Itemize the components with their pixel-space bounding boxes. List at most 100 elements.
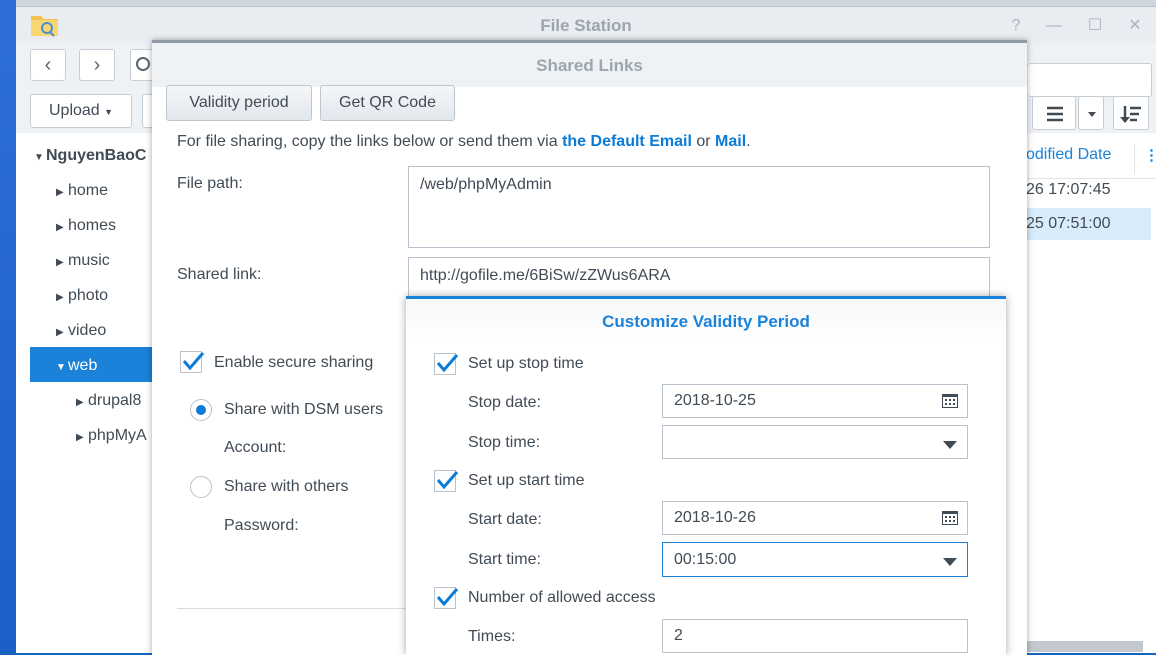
tree-item-label: video — [68, 322, 107, 339]
share-others-label: Share with others — [224, 478, 349, 495]
table-row[interactable]: 25 07:51:00 — [1024, 208, 1151, 240]
start-date-label: Start date: — [468, 511, 542, 528]
tree-item-drupal8[interactable]: ▶ drupal8 — [76, 392, 141, 410]
dropdown-caret-icon — [943, 441, 957, 449]
stop-date-label: Stop date: — [468, 394, 541, 411]
tree-item-web[interactable]: ▼ web — [30, 347, 152, 382]
help-icon[interactable]: ? — [1005, 15, 1027, 37]
tree-item-label: home — [68, 182, 109, 199]
stop-date-value: 2018-10-25 — [674, 392, 756, 409]
stop-time-field-label: Stop time: — [468, 434, 541, 451]
window-title: File Station — [540, 16, 632, 35]
start-time-checkbox[interactable] — [434, 470, 459, 492]
tree-item-photo[interactable]: ▶ photo — [56, 287, 108, 305]
allowed-access-checkbox[interactable] — [434, 587, 459, 609]
tree-item-homes[interactable]: ▶ homes — [56, 217, 116, 235]
popup-header: Customize Validity Period — [406, 299, 1006, 339]
upload-label: Upload — [49, 102, 100, 119]
dropdown-caret-icon — [943, 558, 957, 566]
popup-title: Customize Validity Period — [602, 312, 810, 331]
minimize-icon[interactable]: — — [1043, 15, 1065, 37]
desktop-background — [0, 0, 16, 652]
get-qr-code-button[interactable]: Get QR Code — [320, 85, 455, 121]
dialog-titlebar[interactable]: Shared Links — [152, 43, 1027, 87]
share-dsm-users-label: Share with DSM users — [224, 401, 384, 418]
caret-right-icon: ▶ — [76, 432, 84, 443]
horizontal-scrollbar[interactable] — [1024, 641, 1143, 652]
password-label: Password: — [224, 517, 299, 534]
shared-link-label: Shared link: — [177, 266, 262, 283]
close-icon[interactable]: ✕ — [1124, 15, 1146, 37]
sort-icon[interactable] — [1113, 96, 1149, 130]
checkmark-icon — [436, 354, 459, 373]
start-time-select[interactable]: 00:15:00 — [662, 542, 968, 577]
tree-item-label: photo — [68, 287, 109, 304]
column-menu-icon[interactable]: ⋮ — [1144, 146, 1156, 164]
upload-button[interactable]: Upload ▼ — [30, 94, 132, 128]
calendar-icon[interactable] — [942, 394, 958, 408]
column-header[interactable]: odified Date ⋮ — [1024, 144, 1156, 179]
stop-date-field[interactable]: 2018-10-25 — [662, 384, 968, 418]
tree-item-video[interactable]: ▶ video — [56, 322, 106, 340]
radio-selected-dot — [196, 405, 206, 415]
start-time-label: Set up start time — [468, 472, 585, 489]
tree-item-home[interactable]: ▶ home — [56, 182, 108, 200]
start-time-field-label: Start time: — [468, 551, 541, 568]
caret-down-icon: ▼ — [56, 362, 66, 373]
description-text: . — [746, 133, 751, 150]
account-label: Account: — [224, 439, 287, 456]
divider — [177, 608, 417, 609]
tree-item-label: homes — [68, 217, 117, 234]
caret-down-icon: ▼ — [34, 152, 44, 163]
caret-right-icon: ▶ — [56, 187, 64, 198]
stop-time-checkbox[interactable] — [434, 353, 459, 375]
file-path-field[interactable]: /web/phpMyAdmin — [408, 166, 990, 248]
forward-button[interactable]: › — [79, 49, 115, 81]
list-view-icon[interactable] — [1032, 96, 1076, 130]
customize-validity-popup: Customize Validity Period Set up stop ti… — [406, 296, 1006, 655]
tree-item-label: drupal8 — [88, 392, 142, 409]
checkmark-icon — [436, 588, 459, 607]
start-date-field[interactable]: 2018-10-26 — [662, 501, 968, 535]
stop-time-select[interactable] — [662, 425, 968, 459]
validity-period-button[interactable]: Validity period — [166, 85, 312, 121]
times-field[interactable]: 2 — [662, 619, 968, 653]
start-time-value: 00:15:00 — [674, 551, 737, 568]
tree-item-label: phpMyA — [88, 427, 147, 444]
times-label: Times: — [468, 628, 516, 645]
search-input[interactable] — [1028, 63, 1152, 97]
tree-root[interactable]: ▼ NguyenBaoC — [34, 147, 146, 165]
start-date-value: 2018-10-26 — [674, 509, 756, 526]
back-button[interactable]: ‹ — [30, 49, 66, 81]
share-others-radio[interactable] — [190, 476, 212, 498]
sharing-description: For file sharing, copy the links below o… — [177, 133, 751, 151]
stop-time-label: Set up stop time — [468, 355, 584, 372]
tree-item-phpmyadmin[interactable]: ▶ phpMyA — [76, 427, 147, 445]
caret-right-icon: ▶ — [56, 327, 64, 338]
tree-item-label: web — [68, 357, 98, 374]
checkmark-icon — [182, 352, 205, 371]
view-dropdown-icon[interactable] — [1078, 96, 1104, 130]
table-cell: 26 17:07:45 — [1026, 181, 1111, 198]
maximize-icon[interactable]: ☐ — [1084, 15, 1106, 37]
caret-right-icon: ▶ — [56, 292, 64, 303]
calendar-icon[interactable] — [942, 511, 958, 525]
table-cell: 25 07:51:00 — [1026, 215, 1111, 232]
allowed-access-label: Number of allowed access — [468, 589, 656, 606]
tree-item-label: music — [68, 252, 110, 269]
window-titlebar[interactable]: File Station ? — ☐ ✕ — [16, 7, 1156, 43]
mail-link[interactable]: Mail — [715, 133, 746, 150]
caret-down-icon: ▼ — [104, 107, 114, 117]
column-header-label: odified Date — [1026, 146, 1112, 163]
caret-right-icon: ▶ — [56, 257, 64, 268]
checkmark-icon — [436, 471, 459, 490]
enable-secure-sharing-checkbox[interactable] — [180, 351, 205, 373]
column-divider — [1134, 144, 1135, 174]
tree-item-music[interactable]: ▶ music — [56, 252, 110, 270]
caret-right-icon: ▶ — [56, 222, 64, 233]
share-dsm-users-radio[interactable] — [190, 399, 212, 421]
default-email-link[interactable]: the Default Email — [562, 133, 692, 150]
tree-root-label: NguyenBaoC — [46, 147, 147, 164]
description-text: or — [696, 133, 711, 150]
file-path-label: File path: — [177, 175, 243, 192]
